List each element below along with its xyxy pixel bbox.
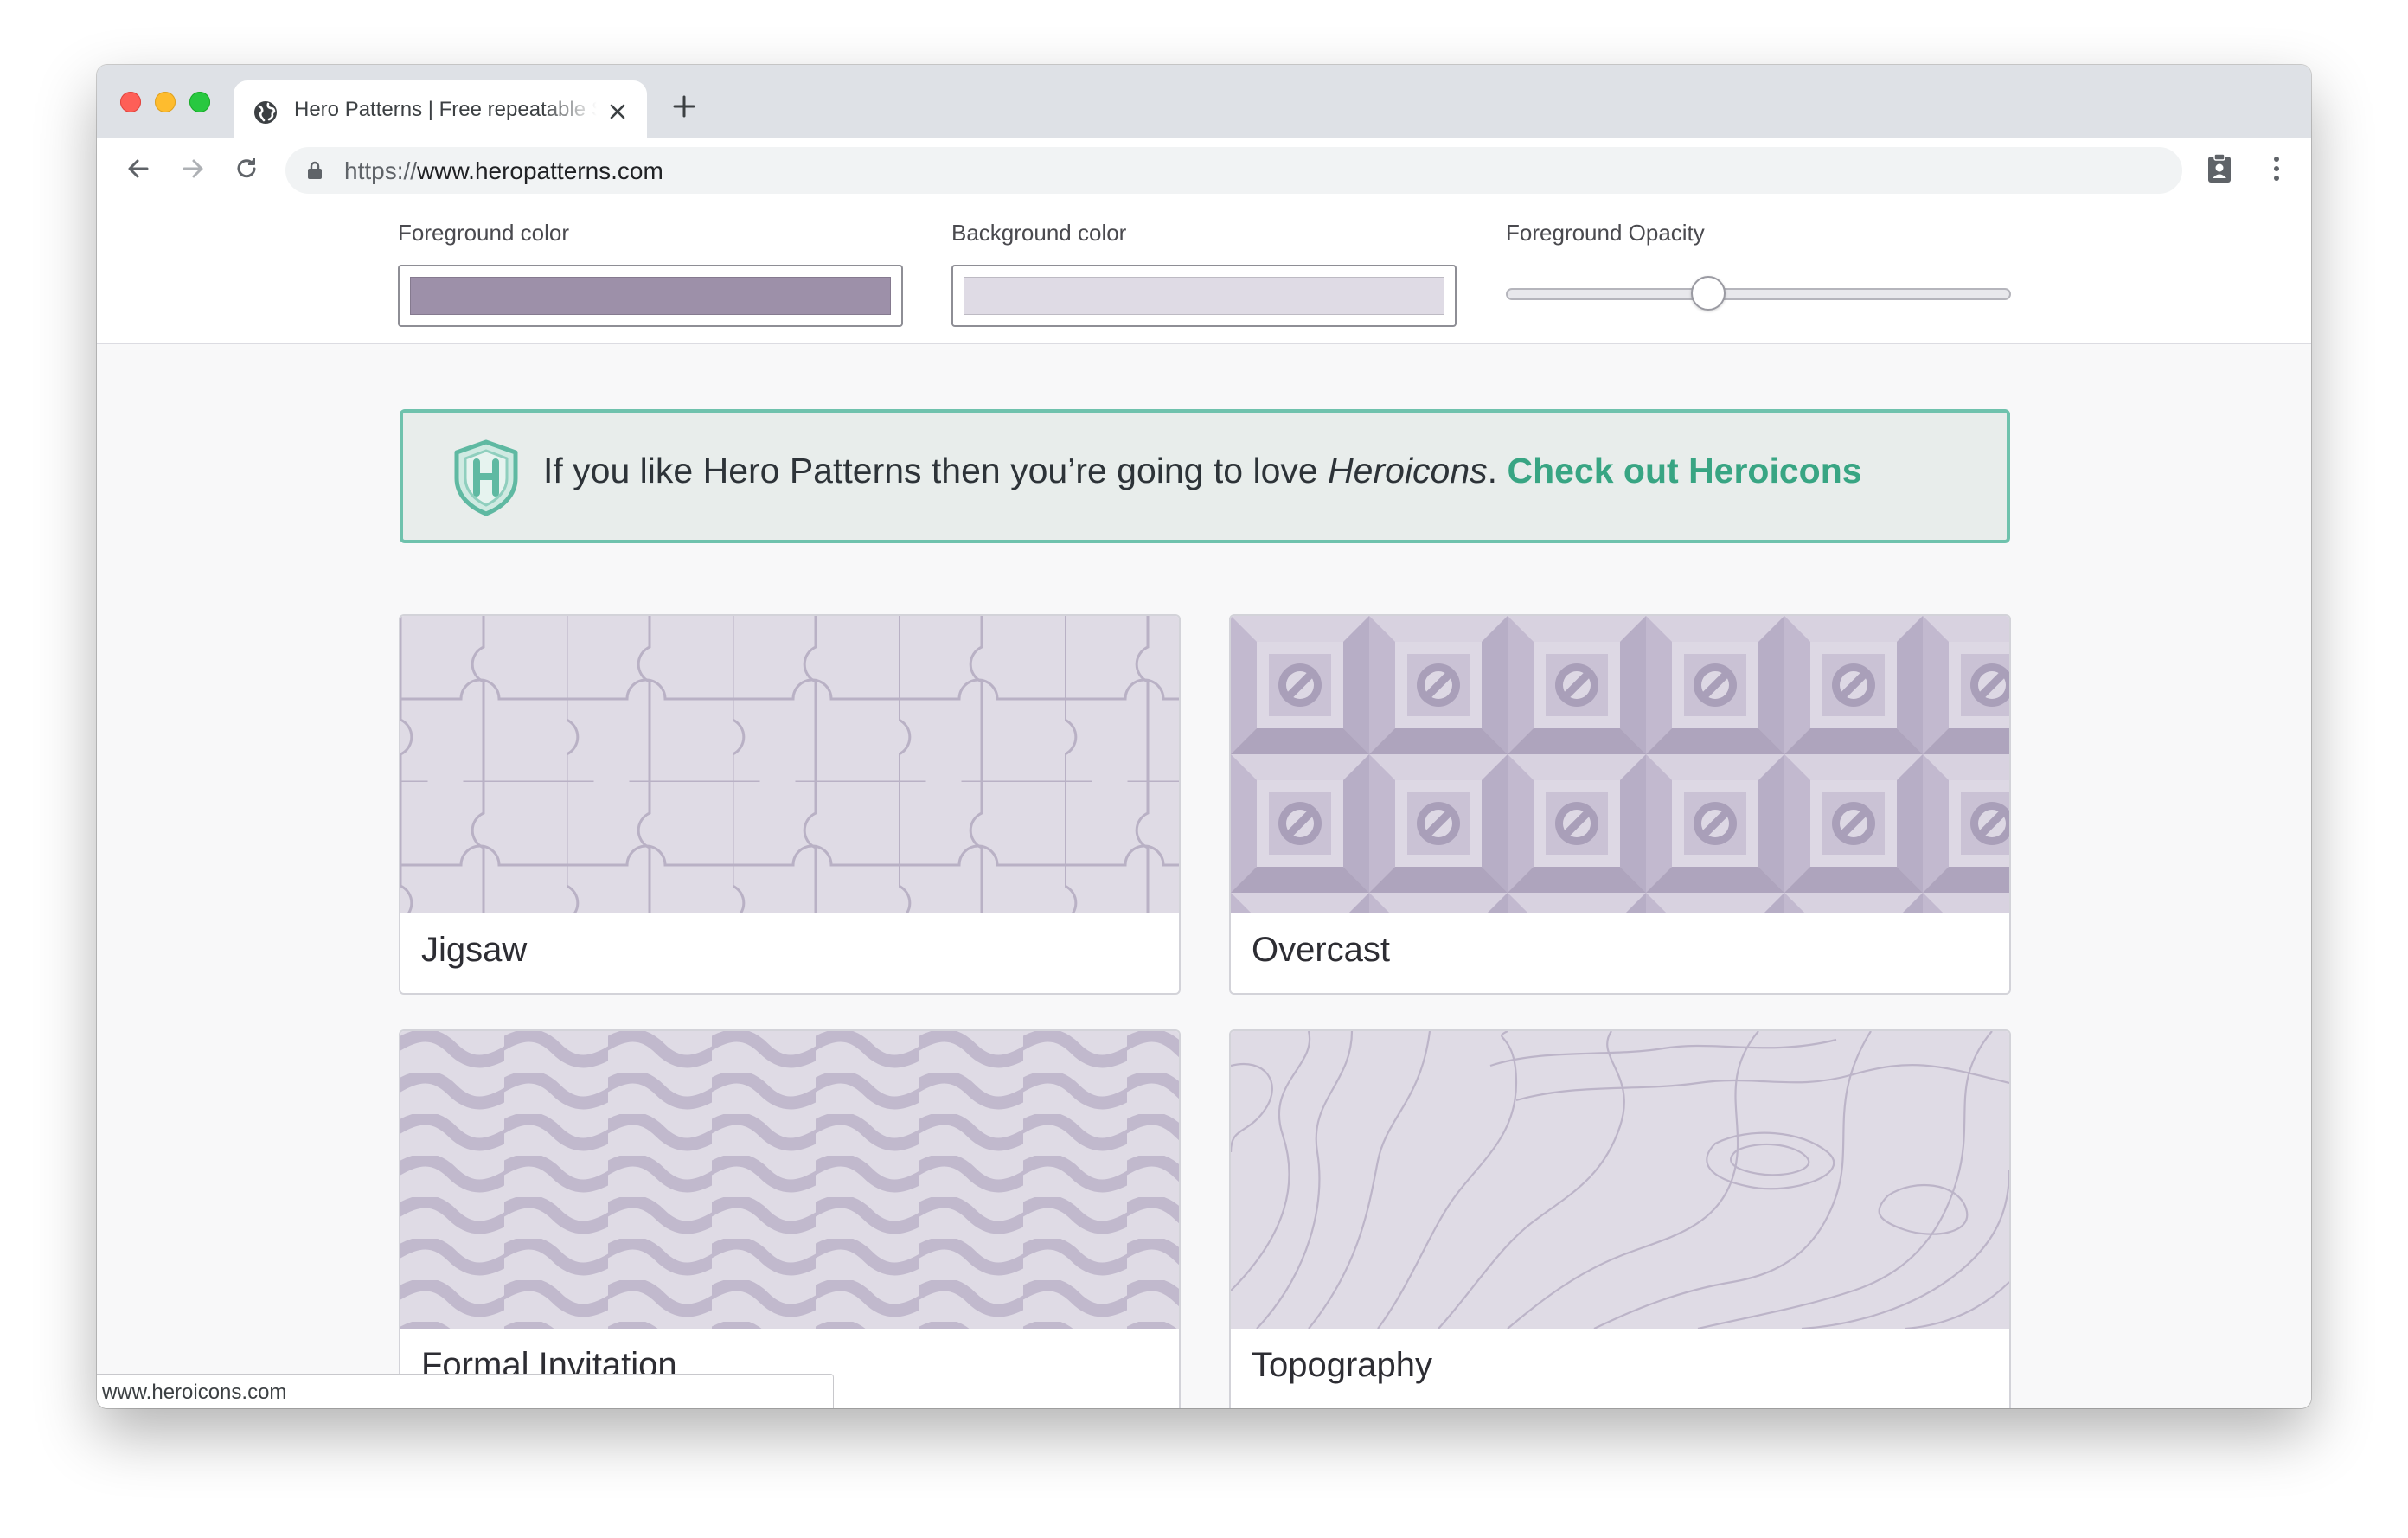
status-url: www.heroicons.com [102, 1381, 287, 1404]
background-color-input[interactable] [951, 265, 1457, 327]
reload-icon[interactable] [231, 153, 262, 184]
heroicons-shield-logo [454, 439, 518, 516]
tab-title: Hero Patterns | Free repeatable SVG back… [294, 98, 597, 121]
foreground-color-label: Foreground color [398, 220, 569, 246]
status-bar: www.heroicons.com [97, 1374, 834, 1408]
browser-window: Hero Patterns | Free repeatable SVG back… [97, 65, 2311, 1408]
arrow-right-icon[interactable] [177, 153, 208, 184]
address-bar[interactable]: https://www.heropatterns.com [285, 147, 2182, 194]
tab-hero-patterns[interactable]: Hero Patterns | Free repeatable SVG back… [234, 80, 647, 138]
pattern-name: Jigsaw [421, 931, 528, 969]
formal-invitation-pattern-preview [400, 1031, 1179, 1329]
pattern-controls: Foreground color Background color Foregr… [97, 202, 2311, 344]
jigsaw-pattern-preview [400, 616, 1179, 913]
pattern-name: Overcast [1252, 931, 1391, 969]
browser-toolbar: https://www.heropatterns.com [97, 138, 2311, 202]
close-icon[interactable] [607, 101, 628, 122]
globe-icon [254, 101, 277, 124]
plus-icon[interactable] [672, 94, 696, 119]
minimize-window-button[interactable] [155, 92, 176, 112]
tab-strip: Hero Patterns | Free repeatable SVG back… [97, 65, 2311, 138]
kebab-menu-icon[interactable] [2259, 151, 2294, 186]
topography-pattern-preview [1231, 1031, 2009, 1329]
url-host: www.heropatterns.com [417, 157, 663, 184]
clipboard-user-icon[interactable] [2202, 151, 2237, 186]
url-scheme: https:// [344, 157, 418, 184]
opacity-slider-track[interactable] [1506, 288, 2011, 300]
background-color-swatch [964, 277, 1444, 315]
foreground-color-swatch [410, 277, 891, 315]
pattern-card-jigsaw[interactable]: Jigsaw [399, 614, 1181, 995]
banner-product-name: Heroicons [1328, 451, 1488, 490]
foreground-opacity-label: Foreground Opacity [1506, 220, 1705, 246]
pattern-card-formal-invitation[interactable]: Formal Invitation [399, 1029, 1181, 1408]
banner-text: If you like Hero Patterns then you’re go… [543, 451, 1862, 491]
banner-message: If you like Hero Patterns then you’re go… [543, 451, 1329, 490]
pattern-card-overcast[interactable]: Overcast [1229, 614, 2011, 995]
foreground-color-input[interactable] [398, 265, 903, 327]
pattern-card-topography[interactable]: Topography [1229, 1029, 2011, 1408]
maximize-window-button[interactable] [189, 92, 210, 112]
overcast-pattern-preview [1231, 616, 2009, 913]
heroicons-banner[interactable]: If you like Hero Patterns then you’re go… [400, 409, 2010, 543]
url-text: https://www.heropatterns.com [344, 157, 663, 185]
lock-icon [308, 161, 322, 179]
close-window-button[interactable] [120, 92, 141, 112]
pattern-name: Topography [1252, 1346, 1433, 1384]
background-color-label: Background color [951, 220, 1127, 246]
check-out-heroicons-link[interactable]: Check out Heroicons [1507, 451, 1861, 490]
arrow-left-icon[interactable] [123, 153, 154, 184]
page-content: Foreground color Background color Foregr… [97, 202, 2311, 1408]
banner-period: . [1487, 451, 1498, 490]
opacity-slider-thumb[interactable] [1690, 276, 1726, 311]
